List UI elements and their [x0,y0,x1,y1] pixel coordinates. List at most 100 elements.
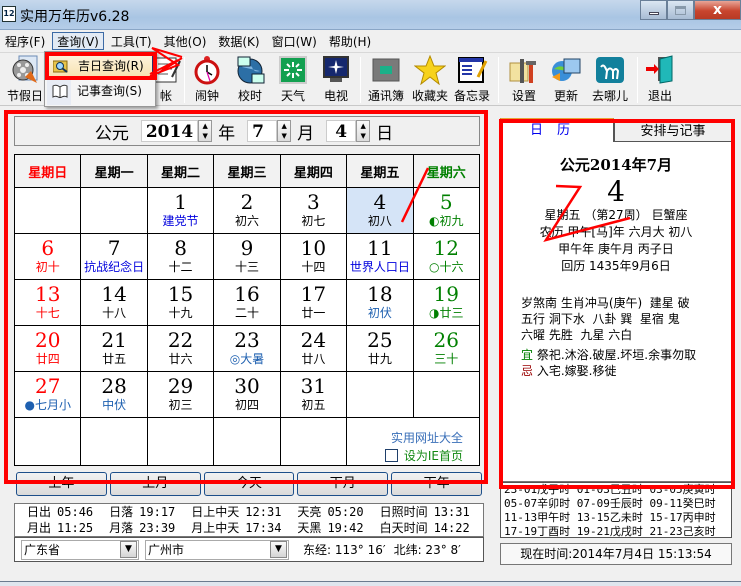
day-cell[interactable]: 23 ◎大暑 [213,325,281,372]
day-cell[interactable]: 27 ●七月小 [13,371,82,418]
day-cell[interactable]: 30 初四 [213,371,281,418]
day-cell[interactable]: 31 初五 [279,371,348,418]
toolbar-holidays-button[interactable]: 节假日 [5,55,45,105]
day-cell[interactable]: 17 廿一 [279,279,348,326]
minimize-button[interactable] [640,0,667,20]
day-number: 5 [439,190,453,214]
day-cell[interactable]: 11 世界人口日 [346,233,414,280]
toolbar-addressbook-button[interactable]: 通讯簿 [366,55,406,105]
day-cell[interactable]: 2 初六 [213,187,281,234]
tab-schedule-notes[interactable]: 安排与记事 [614,120,732,142]
set-homepage-option[interactable]: 设为IE首页 [384,447,463,464]
day-cell[interactable]: 16 二十 [213,279,281,326]
lunar-label: 十八 [102,306,127,320]
day-cell[interactable]: 12 ○十六 [412,233,481,280]
spin-up-icon[interactable]: ▲ [357,121,369,131]
menu-query[interactable]: 查询(V) [52,32,104,50]
spin-up-icon[interactable]: ▲ [199,121,211,131]
chevron-down-icon[interactable]: ▼ [270,541,287,558]
set-homepage-checkbox[interactable] [384,449,398,462]
time-label: 日出 [27,505,52,519]
year-input[interactable]: 2014 [140,120,199,142]
toolbar-weather-button[interactable]: 天气 [273,55,313,105]
lunar-label: 十四 [301,260,326,274]
next-month-button[interactable]: 下月 [297,472,389,496]
spin-up-icon[interactable]: ▲ [278,121,290,131]
toolbar-update-button[interactable]: 更新 [546,55,586,105]
day-cell[interactable]: 26 三十 [412,325,481,372]
time-label: 日照时间 [379,505,428,519]
day-cell[interactable]: 18 初伏 [346,279,414,326]
toolbar-alarm-button[interactable]: 闹钟 [187,55,227,105]
toolbar-favorites-button[interactable]: 收藏夹 [410,55,450,105]
day-cell[interactable]: 5 ◐初九 [412,187,481,234]
day-cell[interactable]: 24 廿八 [279,325,348,372]
close-button[interactable]: x [694,0,741,20]
day-cell[interactable]: 15 十九 [146,279,215,326]
day-number: 27 [34,374,61,398]
day-cell[interactable]: 13 十七 [13,279,82,326]
day-cell[interactable]: 4 初八 [346,187,414,234]
year-month-heading: 公元2014年7月 [559,156,673,174]
toolbar-tv-button[interactable]: 电视 [316,55,356,105]
day-cell[interactable]: 29 初三 [146,371,215,418]
menu-program[interactable]: 程序(F) [0,32,50,50]
menu-help[interactable]: 帮助(H) [324,32,376,50]
lunar-label: 廿八 [301,352,326,366]
day-cell[interactable]: 10 十四 [279,233,348,280]
almanac-line: 岁煞南 生肖冲马(庚午) 建星 破 [521,296,690,310]
city-value: 广州市 [148,543,185,557]
day-cell[interactable]: 14 十八 [80,279,148,326]
set-homepage-label: 设为IE首页 [403,449,463,463]
day-cell[interactable]: 25 廿九 [346,325,414,372]
day-spinner[interactable]: 4 ▲ ▼ [326,120,371,142]
day-cell[interactable]: 8 十二 [146,233,215,280]
spin-down-icon[interactable]: ▼ [199,131,211,141]
toolbar-exit-button[interactable]: 退出 [640,55,680,105]
hours-row: 11-13甲午时 13-15乙未时 15-17丙申时 [504,511,716,524]
month-input[interactable]: 7 [247,120,278,142]
alarm-clock-icon [194,56,220,85]
menu-item-label: 记事查询(S) [77,84,142,98]
day-cell[interactable]: 6 初十 [13,233,82,280]
day-cell[interactable]: 3 初七 [279,187,348,234]
today-button[interactable]: 今天 [203,472,295,496]
toolbar-label: 更新 [553,89,578,103]
prev-month-button[interactable]: 上月 [109,472,201,496]
day-cell[interactable]: 20 廿四 [13,325,82,372]
toolbar-timesync-button[interactable]: 校时 [230,55,270,105]
day-cell[interactable]: 7 抗战纪念日 [80,233,148,280]
toolbar-settings-button[interactable]: 设置 [504,55,544,105]
toolbar-qunar-button[interactable]: 去哪儿 [590,55,630,105]
maximize-button[interactable] [667,0,694,20]
day-cell[interactable]: 21 廿五 [80,325,148,372]
lunar-label: ◐初九 [429,214,464,228]
spin-down-icon[interactable]: ▼ [357,131,369,141]
city-select[interactable]: 广州市 ▼ [145,539,289,560]
toolbar-memo-button[interactable]: 备忘录 [452,55,492,105]
month-spinner[interactable]: 7 ▲ ▼ [247,120,292,142]
menu-other[interactable]: 其他(O) [159,32,212,50]
day-cell[interactable]: 9 十三 [213,233,281,280]
current-time: 现在时间:2014年7月4日 15:13:54 [500,543,732,565]
province-select[interactable]: 广东省 ▼ [21,539,139,560]
menu-window[interactable]: 窗口(W) [267,32,322,50]
next-year-button[interactable]: 下年 [391,472,482,496]
day-cell[interactable]: 1 建党节 [146,187,215,234]
year-spinner[interactable]: 2014 ▲ ▼ [140,120,213,142]
day-input[interactable]: 4 [326,120,357,142]
spin-down-icon[interactable]: ▼ [278,131,290,141]
lunar-label: 初五 [301,398,326,412]
menu-data[interactable]: 数据(K) [213,32,264,50]
day-cell[interactable]: 19 ◑廿三 [412,279,481,326]
sun-times-row: 日出 05:46 日落 19:17 日上中天 12:31 天亮 05:20 日照时间 13:31 [27,504,483,520]
tab-calendar[interactable]: 日历 [500,118,614,142]
day-cell[interactable]: 22 廿六 [146,325,215,372]
day-cell[interactable]: 28 中伏 [80,371,148,418]
useful-sites-link[interactable]: 实用网址大全 [347,429,463,447]
prev-year-button[interactable]: 上年 [16,472,107,496]
menu-item-auspicious-day-query[interactable]: 吉日查询(R) [47,55,153,77]
menu-item-memo-query[interactable]: 记事查询(S) [47,81,153,103]
menu-tools[interactable]: 工具(T) [106,32,157,50]
chevron-down-icon[interactable]: ▼ [120,541,137,558]
